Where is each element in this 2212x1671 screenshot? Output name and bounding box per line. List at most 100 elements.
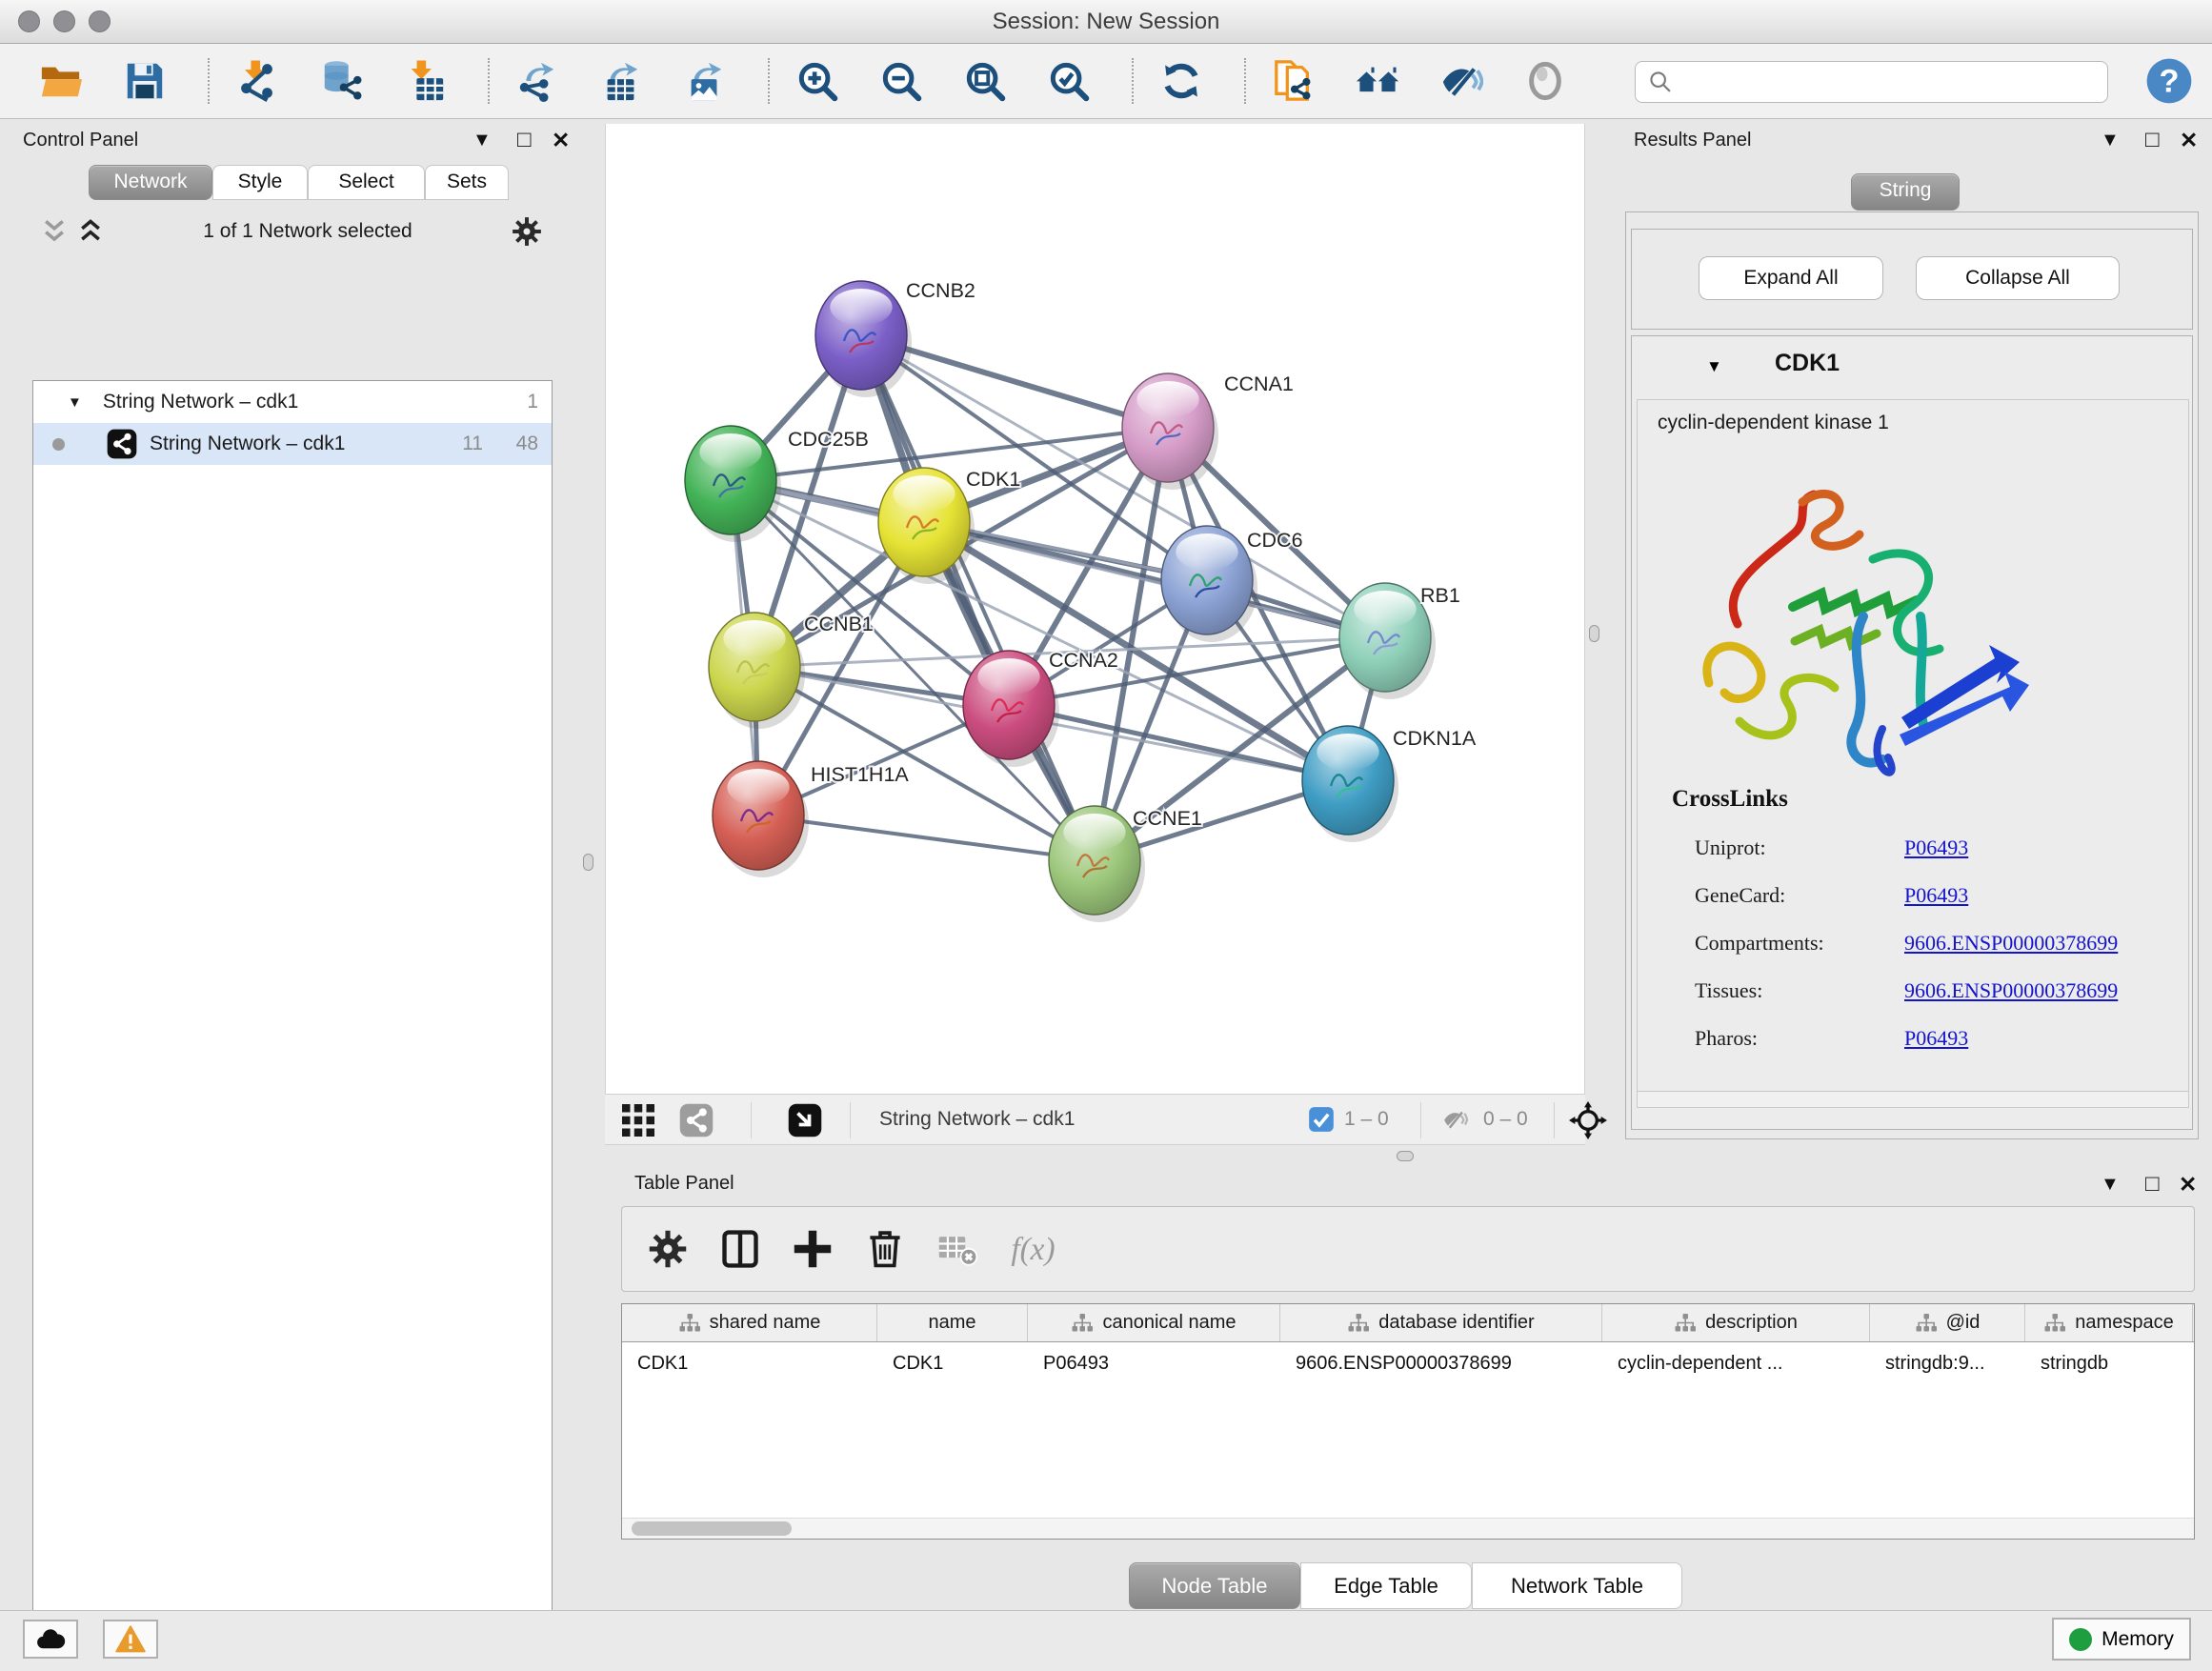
help-button[interactable]: ? (2145, 57, 2193, 105)
column-header-description[interactable]: description (1602, 1304, 1870, 1341)
zoom-selected-button[interactable] (1042, 54, 1096, 108)
table-cell[interactable]: 9606.ENSP00000378699 (1280, 1342, 1602, 1384)
refresh-layout-button[interactable] (1155, 54, 1208, 108)
hide-graphics-details-button[interactable] (1435, 54, 1488, 108)
network-node-CCNE1[interactable]: CCNE1 (1049, 806, 1202, 922)
expand-all-button[interactable]: Expand All (1699, 256, 1883, 300)
tab-edge-table[interactable]: Edge Table (1300, 1562, 1472, 1609)
save-session-button[interactable] (118, 54, 171, 108)
network-node-CDKN1A[interactable]: CDKN1A (1302, 726, 1477, 842)
crosslink-link[interactable]: 9606.ENSP00000378699 (1904, 978, 2118, 1003)
network-node-CCNB2[interactable]: CCNB2 (815, 279, 975, 397)
birds-eye-grid-icon[interactable] (622, 1104, 654, 1137)
tab-select[interactable]: Select (308, 165, 425, 200)
table-cell[interactable]: cyclin-dependent ... (1602, 1342, 1870, 1384)
node-count: 11 (462, 433, 483, 455)
tree-expander-icon[interactable]: ▼ (68, 394, 82, 411)
import-table-button[interactable] (398, 54, 452, 108)
network-node-CCNA1[interactable]: CCNA1 (1122, 372, 1294, 490)
tab-style[interactable]: Style (212, 165, 308, 200)
network-node-HIST1H1A[interactable]: HIST1H1A (713, 761, 909, 877)
table-options-gear-button[interactable] (643, 1224, 693, 1274)
table-panel-float-icon[interactable]: □ (2145, 1173, 2160, 1196)
table-cell[interactable]: stringdb:9... (1870, 1342, 2025, 1384)
export-table-button[interactable] (594, 54, 648, 108)
home-button[interactable] (1351, 54, 1404, 108)
search-box[interactable] (1635, 61, 2108, 103)
collapse-all-button[interactable]: Collapse All (1916, 256, 2120, 300)
render-details-button[interactable] (1518, 54, 1572, 108)
network-node-CCNA2[interactable]: CCNA2 (963, 649, 1118, 767)
left-splitter-handle[interactable] (583, 854, 593, 871)
function-builder-button[interactable]: f(x) (1005, 1224, 1068, 1274)
table-panel-collapse-icon[interactable]: ▼ (2101, 1175, 2120, 1194)
export-network-button[interactable] (511, 54, 564, 108)
zoom-in-button[interactable] (791, 54, 844, 108)
control-panel-close-icon[interactable]: ✕ (552, 130, 570, 151)
pan-crosshair-icon[interactable] (1569, 1101, 1607, 1139)
zoom-fit-button[interactable] (958, 54, 1012, 108)
network-tree-root-row[interactable]: ▼ String Network – cdk1 1 (33, 381, 552, 423)
column-header-canonicalname[interactable]: canonical name (1028, 1304, 1280, 1341)
results-panel-close-icon[interactable]: ✕ (2180, 130, 2198, 151)
tab-node-table[interactable]: Node Table (1129, 1562, 1300, 1609)
warning-button[interactable] (103, 1620, 158, 1659)
crosslink-link[interactable]: P06493 (1904, 836, 1968, 860)
tab-sets[interactable]: Sets (425, 165, 509, 200)
tab-network-table[interactable]: Network Table (1472, 1562, 1682, 1609)
table-panel-close-icon[interactable]: ✕ (2179, 1174, 2197, 1196)
tab-network[interactable]: Network (89, 165, 212, 200)
gene-section-hscrollbar[interactable] (1638, 1091, 2188, 1107)
zoom-out-button[interactable] (875, 54, 928, 108)
crosslink-label: Tissues: (1695, 978, 1904, 1003)
network-node-CDC6[interactable]: CDC6 (1161, 526, 1303, 642)
table-cell[interactable]: stringdb (2025, 1342, 2193, 1384)
network-tree-row-selected[interactable]: String Network – cdk1 11 48 (33, 423, 552, 465)
results-panel-collapse-icon[interactable]: ▼ (2101, 131, 2120, 150)
search-input[interactable] (1674, 62, 2107, 102)
control-panel-float-icon[interactable]: □ (517, 129, 532, 151)
table-cell[interactable]: P06493 (1028, 1342, 1280, 1384)
create-column-button[interactable] (788, 1224, 837, 1274)
import-network-button[interactable] (231, 54, 284, 108)
network-options-gear-icon[interactable] (511, 215, 543, 248)
column-header-name[interactable]: name (877, 1304, 1028, 1341)
open-folder-button[interactable] (34, 54, 88, 108)
table-cell[interactable]: CDK1 (877, 1342, 1028, 1384)
column-header-sharedname[interactable]: shared name (622, 1304, 877, 1341)
import-database-button[interactable] (314, 54, 368, 108)
column-header-namespace[interactable]: namespace (2025, 1304, 2193, 1341)
tab-string[interactable]: String (1851, 173, 1960, 211)
column-header-databaseidentifier[interactable]: database identifier (1280, 1304, 1602, 1341)
titlebar[interactable]: Session: New Session (0, 0, 2212, 44)
crosslink-link[interactable]: P06493 (1904, 883, 1968, 908)
table-row[interactable]: CDK1CDK1P064939606.ENSP00000378699cyclin… (622, 1342, 2194, 1384)
crosslink-link[interactable]: 9606.ENSP00000378699 (1904, 931, 2118, 956)
open-in-new-window-icon[interactable] (788, 1103, 822, 1137)
export-image-button[interactable] (678, 54, 732, 108)
table-hscrollbar-thumb[interactable] (632, 1521, 792, 1536)
network-node-CCNB1[interactable]: CCNB1 (709, 613, 874, 729)
delete-table-button[interactable] (933, 1224, 982, 1274)
selected-checkbox-icon[interactable] (1308, 1106, 1335, 1133)
network-node-CDC25B[interactable]: CDC25B (685, 426, 869, 542)
string-share-gray-icon[interactable] (679, 1103, 714, 1137)
hidden-eye-icon[interactable] (1439, 1105, 1472, 1134)
delete-column-button[interactable] (860, 1224, 910, 1274)
results-panel-float-icon[interactable]: □ (2145, 129, 2160, 151)
cloud-button[interactable] (23, 1620, 78, 1659)
right-splitter-handle[interactable] (1589, 625, 1599, 642)
crosslink-link[interactable]: P06493 (1904, 1026, 1968, 1051)
control-panel-collapse-icon[interactable]: ▼ (473, 131, 492, 150)
collapse-all-tree-icon[interactable] (40, 217, 69, 246)
show-columns-button[interactable] (715, 1224, 765, 1274)
network-canvas[interactable]: CCNB2 CCNA1 CDC25B CDK1 CDC6 RB1 (605, 124, 1585, 1094)
gene-section-expander-icon[interactable]: ▼ (1706, 357, 1722, 376)
table-cell[interactable]: CDK1 (622, 1342, 877, 1384)
table-hscrollbar[interactable] (622, 1518, 2194, 1539)
column-header-id[interactable]: @id (1870, 1304, 2025, 1341)
document-network-button[interactable] (1267, 54, 1320, 108)
expand-all-tree-icon[interactable] (76, 217, 105, 246)
network-node-RB1[interactable]: RB1 (1339, 583, 1460, 699)
memory-button[interactable]: Memory (2052, 1618, 2191, 1661)
